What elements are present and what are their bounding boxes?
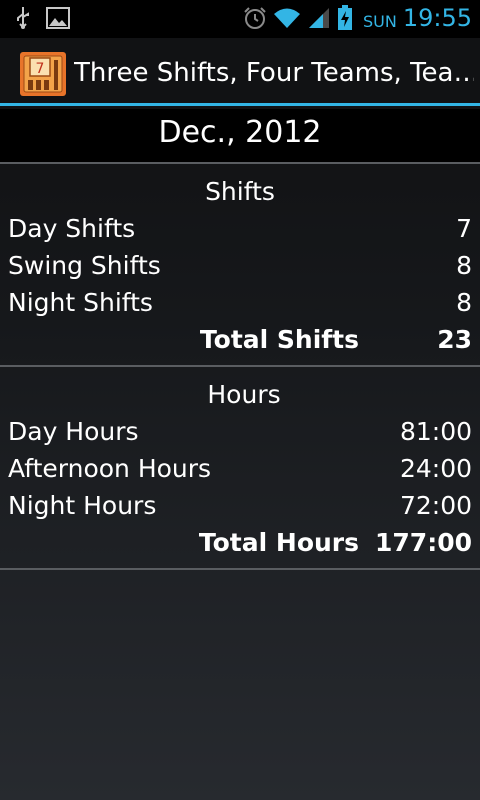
- divider: [0, 365, 480, 367]
- signal-icon: [308, 8, 329, 28]
- row-value: 24:00: [399, 454, 472, 483]
- divider: [0, 568, 480, 570]
- total-hours-label: Total Hours: [198, 528, 359, 557]
- total-hours-value: 177:00: [375, 528, 472, 557]
- total-shifts-label: Total Shifts: [199, 325, 359, 354]
- day-hours-row: Day Hours 81:00: [8, 417, 472, 453]
- row-value: 7: [456, 214, 472, 243]
- app-icon[interactable]: 7: [20, 52, 66, 96]
- action-bar: 7 Three Shifts, Four Teams, Tea…: [0, 38, 480, 106]
- image-icon: [46, 7, 70, 29]
- night-hours-row: Night Hours 72:00: [8, 491, 472, 527]
- row-label: Day Hours: [8, 417, 139, 446]
- shifts-section-title: Shifts: [205, 177, 275, 206]
- row-label: Night Hours: [8, 491, 157, 520]
- row-value: 81:00: [399, 417, 472, 446]
- month-header[interactable]: Dec., 2012: [0, 109, 480, 162]
- status-left-icons: [14, 6, 70, 30]
- wifi-icon: [273, 8, 300, 28]
- row-value: 8: [456, 288, 472, 317]
- usb-icon: [17, 7, 29, 29]
- night-shifts-row: Night Shifts 8: [8, 288, 472, 324]
- alarm-icon: [244, 7, 266, 29]
- total-shifts-value: 23: [437, 325, 472, 354]
- row-label: Night Shifts: [8, 288, 153, 317]
- svg-text:7: 7: [36, 61, 45, 77]
- swing-shifts-row: Swing Shifts 8: [8, 251, 472, 287]
- hours-section-title: Hours: [207, 380, 281, 409]
- row-label: Swing Shifts: [8, 251, 161, 280]
- status-time: 19:55: [402, 4, 472, 32]
- day-shifts-row: Day Shifts 7: [8, 214, 472, 250]
- row-value: 72:00: [399, 491, 472, 520]
- app-title: Three Shifts, Four Teams, Tea…: [74, 58, 474, 88]
- row-label: Afternoon Hours: [8, 454, 212, 483]
- row-label: Day Shifts: [8, 214, 136, 243]
- row-value: 8: [456, 251, 472, 280]
- battery-charging-icon: [337, 5, 352, 30]
- status-right: SUN 19:55: [243, 4, 472, 32]
- status-day: SUN: [362, 11, 397, 31]
- status-bar: SUN 19:55: [0, 0, 480, 38]
- divider: [0, 162, 480, 164]
- afternoon-hours-row: Afternoon Hours 24:00: [8, 454, 472, 490]
